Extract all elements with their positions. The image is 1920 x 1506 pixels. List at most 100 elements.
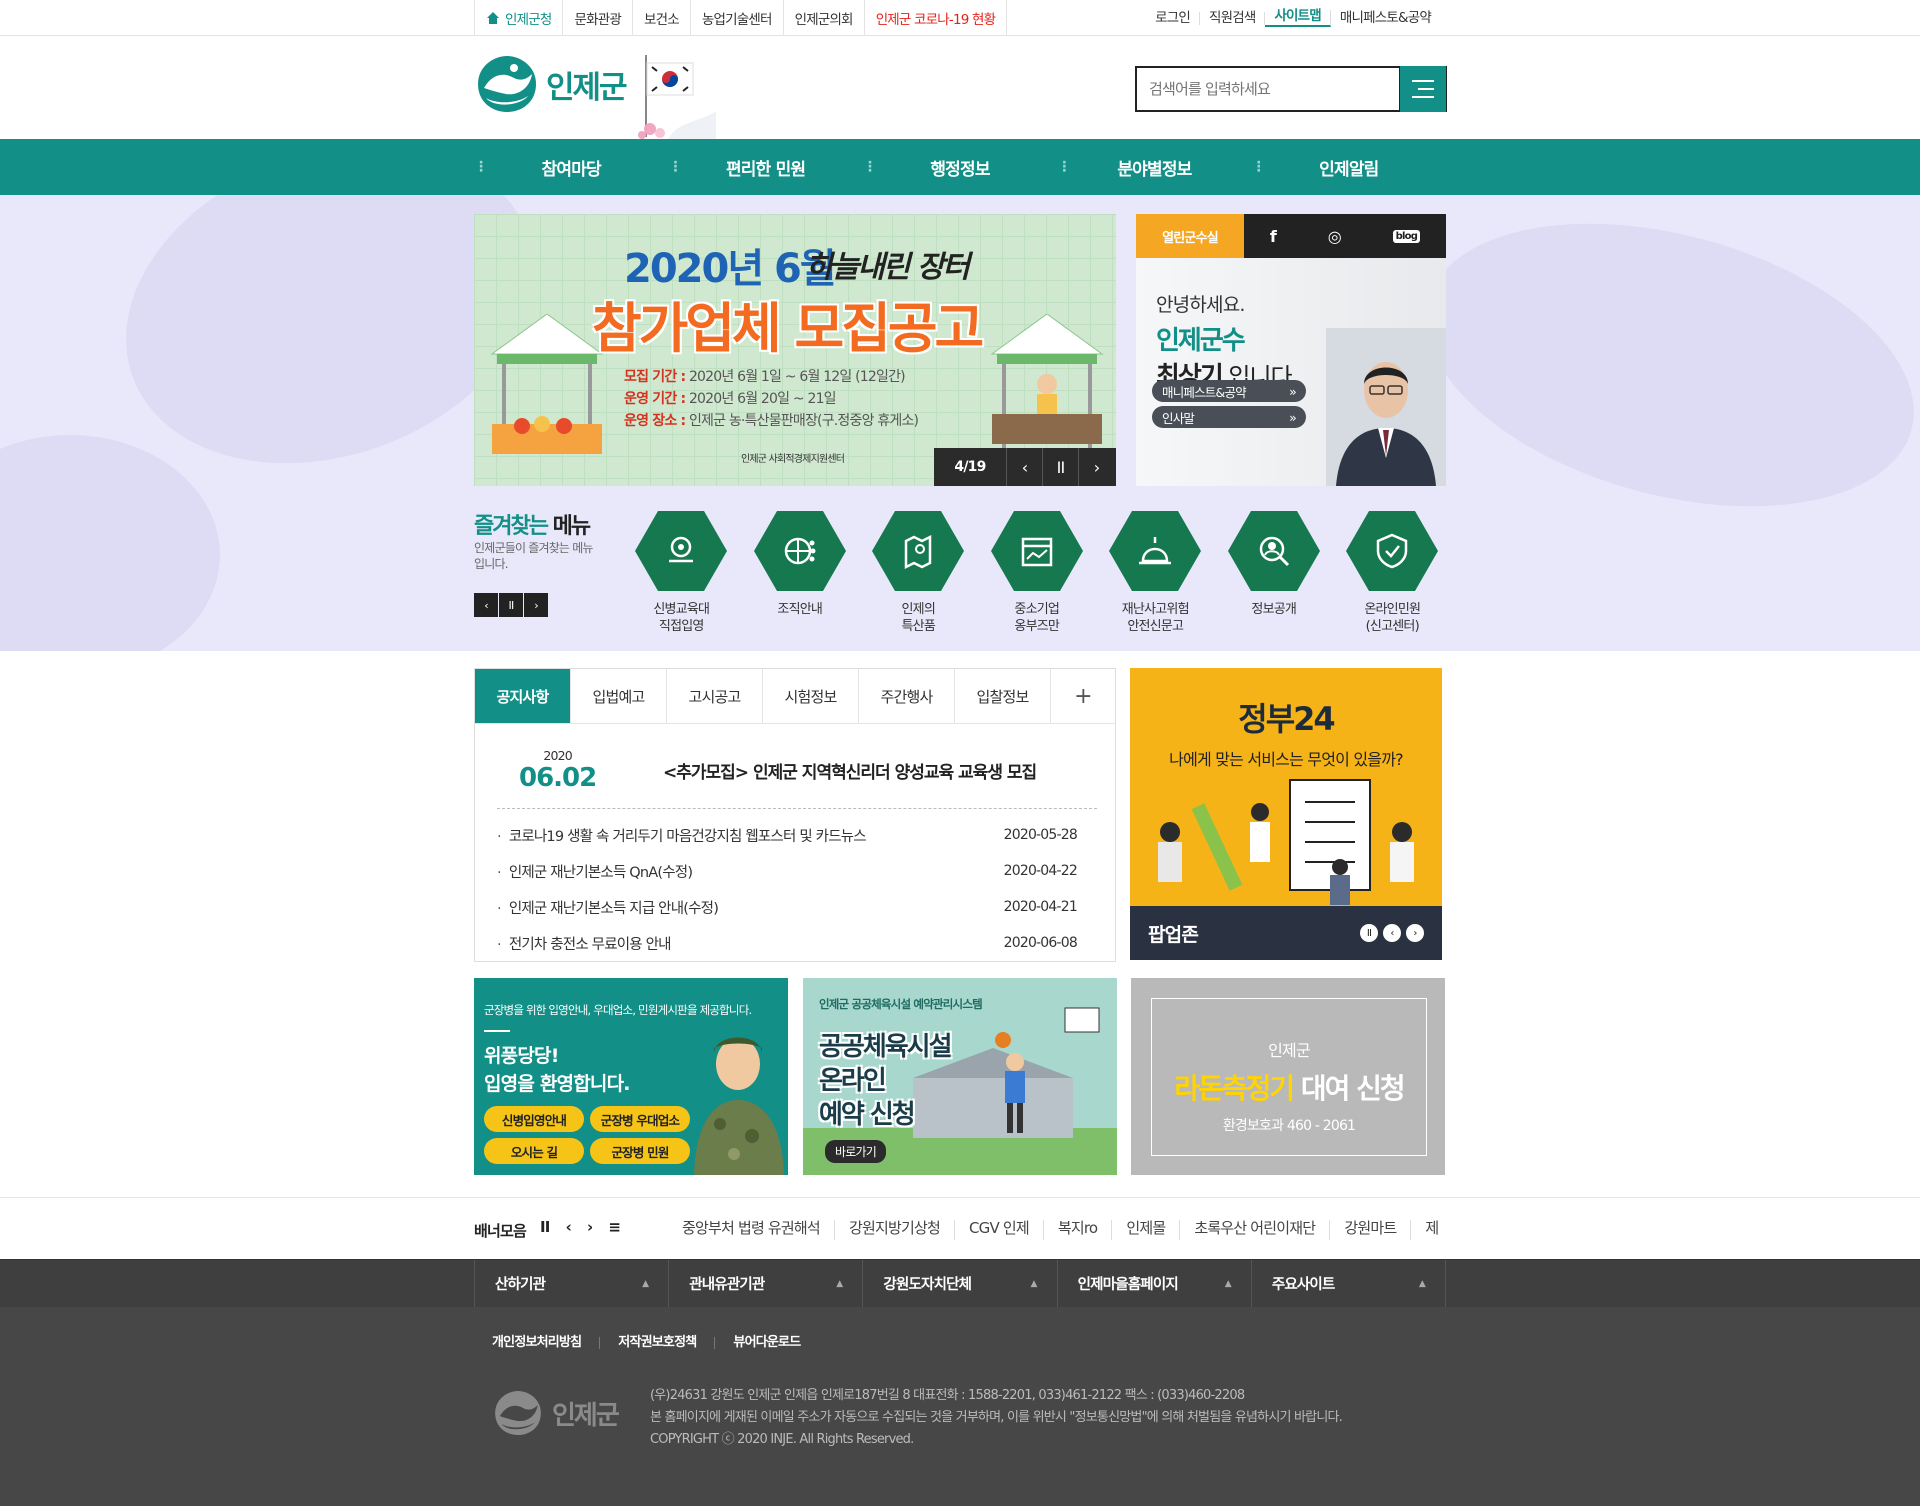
- prev-arrow-icon[interactable]: ‹: [566, 1218, 572, 1236]
- label-line: 재난사고위험: [1121, 602, 1190, 617]
- featured-notice-date: 2020 06.02: [519, 748, 597, 793]
- tab-bid-info[interactable]: 입찰정보: [955, 669, 1051, 723]
- select-local-orgs[interactable]: 관내유관기관 ▲: [668, 1260, 862, 1307]
- featured-year: 2020: [543, 748, 572, 763]
- info-value: 인제군 농·특산물판매장(구.정중앙 휴게소): [688, 413, 919, 429]
- tab-notice[interactable]: 공지사항: [475, 669, 571, 723]
- page: 인제군청 문화관광 보건소 농업기술센터 인제군의회 인제군 코로나-19 현황…: [0, 0, 1920, 1506]
- military-welcome-banner[interactable]: 군장병을 위한 입영안내, 우대업소, 민원게시판을 제공합니다. 위풍당당! 입…: [474, 978, 788, 1175]
- notice-item[interactable]: 인제군 재난기본소득 지급 안내(수정) 2020-04-21: [497, 889, 1097, 925]
- gnb-item-civil-service[interactable]: 편리한 민원: [668, 139, 862, 195]
- select-gangwon-gov[interactable]: 강원도자치단체 ▲: [862, 1260, 1056, 1307]
- list-icon[interactable]: ≡: [608, 1218, 621, 1236]
- tab-announcement[interactable]: 고시공고: [667, 669, 763, 723]
- soldier-illustration: [694, 1037, 784, 1175]
- banner-link[interactable]: 제: [1411, 1220, 1446, 1240]
- manifesto-button[interactable]: 매니페스트&공약 »: [1152, 380, 1306, 402]
- blog-icon[interactable]: blog: [1392, 229, 1421, 243]
- notice-list: 코로나19 생활 속 거리두기 마음건강지침 웹포스터 및 카드뉴스 2020-0…: [497, 817, 1097, 961]
- link-inje-county[interactable]: 인제군청: [474, 0, 564, 36]
- go-button[interactable]: 바로가기: [825, 1140, 886, 1163]
- business-calendar-icon: [1021, 537, 1052, 567]
- gnb-item-admin-info[interactable]: 행정정보: [863, 139, 1057, 195]
- tab-legislation[interactable]: 입법예고: [571, 669, 667, 723]
- banner-link[interactable]: 복지ro: [1044, 1220, 1113, 1240]
- slide-prev-button[interactable]: ‹: [1006, 448, 1042, 486]
- banner-link[interactable]: 인제몰: [1112, 1220, 1181, 1240]
- slide-next-button[interactable]: ›: [1078, 448, 1114, 486]
- notice-item[interactable]: 인제군 재난기본소득 QnA(수정) 2020-04-22: [497, 853, 1097, 889]
- login-link[interactable]: 로그인: [1146, 11, 1200, 25]
- banner-link[interactable]: CGV 인제: [955, 1220, 1044, 1240]
- directions-button[interactable]: 오시는 길: [484, 1138, 584, 1164]
- notice-item[interactable]: 코로나19 생활 속 거리두기 마음건강지침 웹포스터 및 카드뉴스 2020-0…: [497, 817, 1097, 853]
- all-menu-button[interactable]: [1400, 66, 1446, 112]
- tab-exam-info[interactable]: 시험정보: [763, 669, 859, 723]
- quick-next-button[interactable]: ›: [524, 593, 548, 617]
- next-arrow-icon[interactable]: ›: [587, 1218, 593, 1236]
- notice-item[interactable]: 전기차 충전소 무료이용 안내 2020-06-08: [497, 925, 1097, 961]
- sns-links: f ◎ blog: [1244, 227, 1446, 246]
- complaint-shield-icon: [1377, 533, 1408, 569]
- staff-search-link[interactable]: 직원검색: [1200, 11, 1266, 25]
- banner-link[interactable]: 초록우산 어린이재단: [1180, 1220, 1331, 1240]
- radon-meter-banner[interactable]: 인제군 라돈측정기 대여 신청 환경보호과 460 - 2061: [1131, 978, 1445, 1175]
- link-council[interactable]: 인제군의회: [784, 0, 865, 36]
- quick-pause-button[interactable]: II: [499, 593, 523, 617]
- gnb-item-inje-news[interactable]: 인제알림: [1252, 139, 1446, 195]
- banner-link[interactable]: 강원지방기상청: [835, 1220, 955, 1240]
- link-covid-status[interactable]: 인제군 코로나-19 현황: [865, 0, 1008, 36]
- select-village-homepages[interactable]: 인제마을홈페이지 ▲: [1056, 1260, 1251, 1307]
- copyright-policy-link[interactable]: 저작권보호정책: [600, 1336, 716, 1349]
- popup-zone[interactable]: 정부24 나에게 맞는 서비스는 무엇이 있을까? 팝업존 II ‹ ›: [1130, 668, 1442, 960]
- quick-menu-item[interactable]: 신병교육대 직접입영: [622, 511, 741, 635]
- select-major-sites[interactable]: 주요사이트 ▲: [1250, 1260, 1447, 1307]
- open-mayor-office-tab[interactable]: 열린군수실: [1136, 214, 1244, 258]
- popup-prev-button[interactable]: ‹: [1383, 924, 1401, 942]
- heading-line: 위풍당당!: [484, 1045, 559, 1067]
- gnb-item-field-info[interactable]: 분야별정보: [1057, 139, 1251, 195]
- slide-pause-button[interactable]: II: [1042, 448, 1078, 486]
- privacy-policy-link[interactable]: 개인정보처리방침: [474, 1336, 601, 1349]
- banner-link[interactable]: 중앙부처 법령 유권해석: [668, 1220, 835, 1240]
- inje-logo-icon: [495, 1390, 541, 1436]
- soldier-discount-button[interactable]: 군장병 우대업소: [590, 1106, 690, 1132]
- quick-prev-button[interactable]: ‹: [474, 593, 498, 617]
- quick-menu-item[interactable]: 재난사고위험 안전신문고: [1096, 511, 1215, 635]
- greeting-button[interactable]: 인사말 »: [1152, 406, 1306, 428]
- quick-menu-item[interactable]: 조직안내: [741, 511, 860, 635]
- quick-menu-item[interactable]: 정보공개: [1215, 511, 1334, 635]
- main-slide-banner[interactable]: 2020년 6월 하늘내린 장터 참가업체 모집공고 모집 기간 : 2020년…: [474, 214, 1116, 486]
- site-logo[interactable]: 인제군: [474, 54, 628, 114]
- search-input[interactable]: [1137, 68, 1399, 110]
- link-agri-center[interactable]: 농업기술센터: [691, 0, 784, 36]
- heading-line: 입영을 환영합니다.: [484, 1073, 630, 1095]
- popup-next-button[interactable]: ›: [1406, 924, 1424, 942]
- sitemap-link[interactable]: 사이트맵: [1265, 9, 1331, 27]
- featured-notice-title[interactable]: <추가모집> 인제군 지역혁신리더 양성교육 교육생 모집: [663, 758, 1037, 783]
- banner-link-list: 중앙부처 법령 유권해석 강원지방기상청 CGV 인제 복지ro 인제몰 초록우…: [668, 1220, 1446, 1240]
- quick-menu-item[interactable]: 온라인민원 (신고센터): [1333, 511, 1452, 635]
- slide-counter: 4/19: [954, 459, 986, 475]
- banner-link[interactable]: 강원마트: [1330, 1220, 1412, 1240]
- more-button[interactable]: +: [1051, 669, 1115, 723]
- facebook-icon[interactable]: f: [1270, 227, 1277, 246]
- sports-facility-banner[interactable]: 인제군 공공체육시설 예약관리시스템 공공체육시설 온라인 예약 신청 바로가기: [803, 978, 1117, 1175]
- recruit-guide-button[interactable]: 신병입영안내: [484, 1106, 584, 1132]
- tab-weekly-events[interactable]: 주간행사: [859, 669, 955, 723]
- quick-menu-item[interactable]: 인제의 특산품: [859, 511, 978, 635]
- background-decoration: [1394, 195, 1920, 556]
- label-line: 정보공개: [1251, 602, 1297, 617]
- instagram-icon[interactable]: ◎: [1328, 227, 1342, 246]
- viewer-download-link[interactable]: 뷰어다운로드: [715, 1336, 818, 1349]
- manifesto-link[interactable]: 매니페스토&공약: [1331, 11, 1440, 25]
- link-health-center[interactable]: 보건소: [633, 0, 691, 36]
- link-culture-tour[interactable]: 문화관광: [563, 0, 633, 36]
- select-affiliated-orgs[interactable]: 산하기관 ▲: [474, 1260, 668, 1307]
- greeting-label: 인사말: [1162, 410, 1195, 426]
- quick-menu-item[interactable]: 중소기업 옹부즈만: [978, 511, 1097, 635]
- soldier-complaint-button[interactable]: 군장병 민원: [590, 1138, 690, 1164]
- pause-icon[interactable]: II: [540, 1218, 550, 1236]
- gnb-item-participation[interactable]: 참여마당: [474, 139, 668, 195]
- popup-pause-button[interactable]: II: [1360, 924, 1378, 942]
